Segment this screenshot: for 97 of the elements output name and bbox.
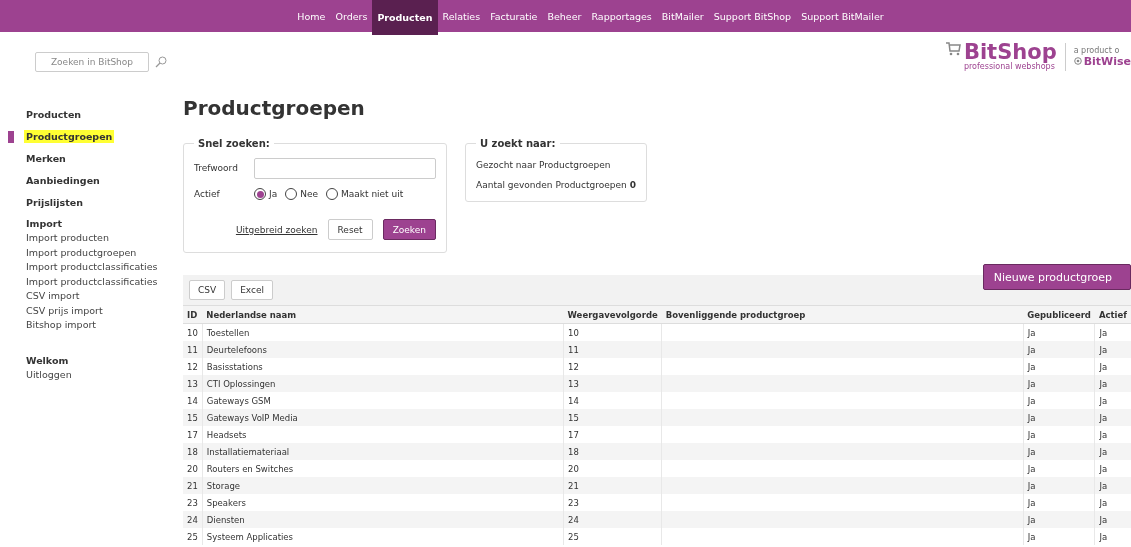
panel-title: Snel zoeken: xyxy=(197,138,271,149)
column-header: Gepubliceerd xyxy=(1023,305,1095,324)
nav-tab[interactable]: Beheer xyxy=(542,0,587,32)
table-cell: 11 xyxy=(563,341,662,358)
table-cell: Ja xyxy=(1023,443,1095,460)
table-cell: Ja xyxy=(1094,477,1131,494)
welcome-text: Welkom xyxy=(26,353,70,368)
sidebar-item[interactable]: Merken xyxy=(24,152,68,165)
table-cell: Ja xyxy=(1094,511,1131,528)
table-cell: Ja xyxy=(1023,528,1095,545)
logo-tagline: professional webshops xyxy=(963,62,1055,71)
table-cell: 13 xyxy=(563,375,662,392)
table-cell: 17 xyxy=(183,426,203,443)
panel-title: U zoekt naar: xyxy=(479,138,557,149)
sidebar-link[interactable]: Import productclassificaties xyxy=(26,274,183,289)
table-cell: 15 xyxy=(563,409,662,426)
sidebar-item[interactable]: Producten xyxy=(24,108,84,121)
keyword-field[interactable] xyxy=(254,157,436,179)
table-cell: 12 xyxy=(183,358,203,375)
table-cell: CTI Oplossingen xyxy=(202,375,564,392)
export-button[interactable]: CSV xyxy=(189,280,226,300)
column-header: Bovenliggende productgroep xyxy=(661,305,1024,324)
search-icon xyxy=(155,56,167,68)
sidebar-item[interactable]: Aanbiedingen xyxy=(24,174,102,187)
nav-tab[interactable]: Rapportages xyxy=(586,0,657,32)
nav-tab[interactable]: Support BitMailer xyxy=(796,0,889,32)
nav-tab[interactable]: Facturatie xyxy=(485,0,543,32)
table-cell: 18 xyxy=(563,443,662,460)
radio-label: Ja xyxy=(269,189,278,199)
sidebar-item[interactable]: Productgroepen xyxy=(24,130,115,143)
table-cell: 11 xyxy=(183,341,203,358)
column-header: Nederlandse naam xyxy=(202,305,564,324)
table-cell: Diensten xyxy=(202,511,564,528)
table-cell: Ja xyxy=(1023,409,1095,426)
table-cell: 10 xyxy=(183,323,203,341)
column-header: ID xyxy=(183,305,203,324)
table-cell: Systeem Applicaties xyxy=(202,528,564,545)
sidebar-link[interactable]: Import productgroepen xyxy=(26,245,183,260)
sidebar-section-title: Import xyxy=(26,217,63,231)
table-cell: Ja xyxy=(1023,477,1095,494)
column-header: Actief xyxy=(1094,305,1131,324)
result-count-text: Aantal gevonden Productgroepen 0 xyxy=(476,179,636,192)
maker-name: BitWise xyxy=(1083,54,1131,68)
table-cell: 23 xyxy=(183,494,203,511)
column-header: Weergavevolgorde xyxy=(563,305,662,324)
logo-name: BitShop xyxy=(963,42,1057,62)
sidebar-link[interactable]: Import productclassificaties xyxy=(26,260,183,275)
export-button[interactable]: Excel xyxy=(231,280,273,300)
table-cell: Ja xyxy=(1023,375,1095,392)
logo-byline: a product o xyxy=(1073,45,1121,55)
sidebar-link[interactable]: Import producten xyxy=(26,231,183,246)
radio-label: Maakt niet uit xyxy=(341,189,404,199)
table-cell: Ja xyxy=(1094,375,1131,392)
sidebar-link[interactable]: CSV prijs import xyxy=(26,303,183,318)
search-field[interactable]: Zoeken in BitShop xyxy=(35,52,149,72)
table-cell: Storage xyxy=(202,477,564,494)
nav-tab[interactable]: BitMailer xyxy=(656,0,709,32)
reset-button[interactable]: Reset xyxy=(327,219,373,240)
table-cell: 21 xyxy=(563,477,662,494)
table-cell: Gateways VoIP Media xyxy=(202,409,564,426)
search-button[interactable]: Zoeken xyxy=(382,219,436,240)
new-product-group-button[interactable]: Nieuwe productgroep xyxy=(982,264,1131,290)
sidebar-link[interactable]: Bitshop import xyxy=(26,318,183,333)
advanced-search-link[interactable]: Uitgebreid zoeken xyxy=(235,224,318,235)
table-cell: 18 xyxy=(183,443,203,460)
field-label: Trefwoord xyxy=(194,163,239,173)
nav-tab[interactable]: Producten xyxy=(372,0,438,35)
summary-text: Gezocht naar Productgroepen xyxy=(476,159,612,172)
table-cell: 25 xyxy=(563,528,662,545)
page-title: Productgroepen xyxy=(183,95,365,122)
nav-tab[interactable]: Orders xyxy=(330,0,373,32)
table-cell: Ja xyxy=(1094,528,1131,545)
sidebar-link[interactable]: CSV import xyxy=(26,289,183,304)
nav-tab[interactable]: Relaties xyxy=(437,0,486,32)
table-cell: Ja xyxy=(1094,443,1131,460)
table-cell: 24 xyxy=(183,511,203,528)
table-cell: Installatiemateriaal xyxy=(202,443,564,460)
radio-label: Nee xyxy=(300,189,318,199)
table-cell: Deurtelefoons xyxy=(202,341,564,358)
cart-icon xyxy=(944,42,961,56)
table-cell: 21 xyxy=(183,477,203,494)
table-cell: 25 xyxy=(183,528,203,545)
nav-tab[interactable]: Home xyxy=(292,0,331,32)
sidebar-item[interactable]: Prijslijsten xyxy=(24,196,85,209)
target-icon xyxy=(1073,57,1082,65)
table-cell: Ja xyxy=(1094,409,1131,426)
table-cell: 15 xyxy=(183,409,203,426)
table-cell: Ja xyxy=(1023,511,1095,528)
field-label: Actief xyxy=(194,189,221,199)
table-cell: 24 xyxy=(563,511,662,528)
nav-tab[interactable]: Support BitShop xyxy=(708,0,797,32)
table-cell: 13 xyxy=(183,375,203,392)
table-cell: Ja xyxy=(1023,341,1095,358)
table-cell: Ja xyxy=(1094,341,1131,358)
logout-link[interactable]: Uitloggen xyxy=(26,367,183,382)
table-cell: 20 xyxy=(183,460,203,477)
table-cell: 14 xyxy=(183,392,203,409)
